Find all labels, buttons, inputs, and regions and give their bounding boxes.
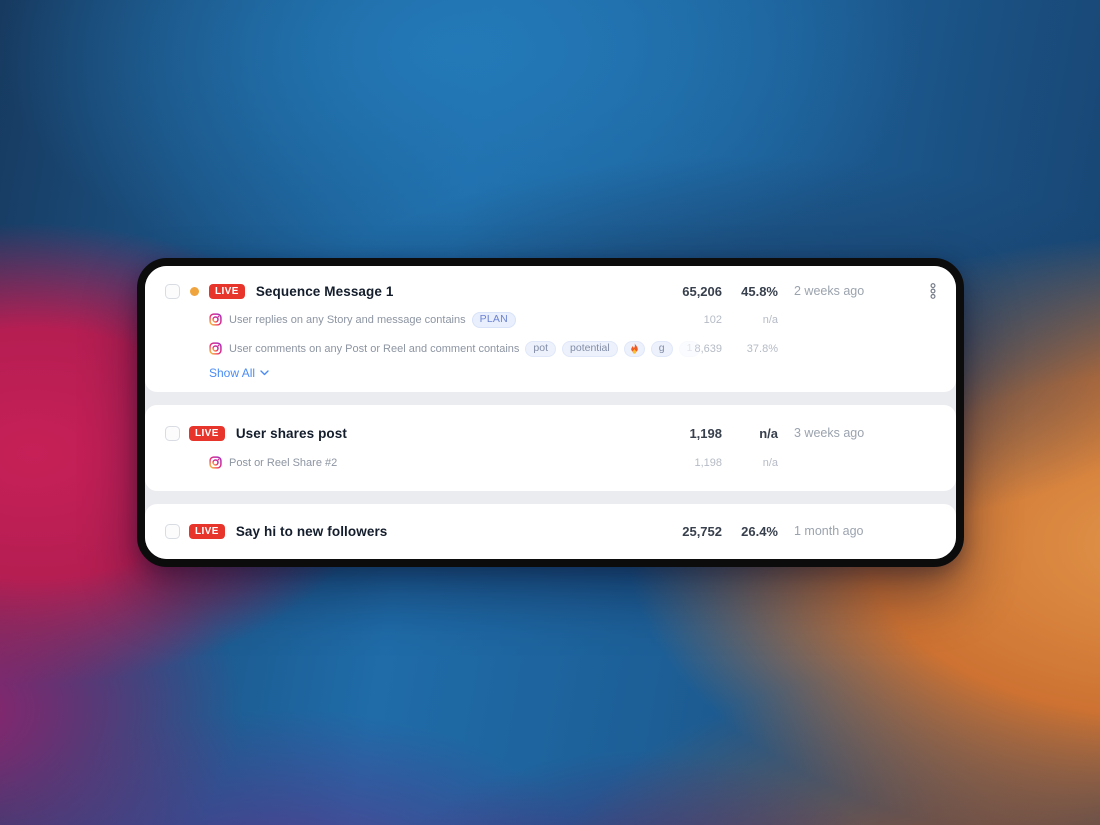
ctr-rate: n/a xyxy=(759,425,778,441)
trigger-row: User comments on any Post or Reel and co… xyxy=(165,337,936,360)
runs-count: 25,752 xyxy=(682,523,722,539)
automation-title[interactable]: Say hi to new followers xyxy=(236,524,388,539)
row-checkbox[interactable] xyxy=(165,523,180,539)
keyword-pill xyxy=(623,340,645,357)
trigger-rate: 37.8% xyxy=(746,342,778,355)
show-all-label: Show All xyxy=(209,366,256,380)
row-checkbox[interactable] xyxy=(165,425,180,441)
ctr-rate: 26.4% xyxy=(741,523,778,539)
row-checkbox[interactable] xyxy=(165,283,180,299)
automation-main-row: LIVE Sequence Message 1 65,206 45.8% 2 w… xyxy=(165,280,936,302)
automation-title[interactable]: Sequence Message 1 xyxy=(256,284,394,299)
show-all-link[interactable]: Show All xyxy=(209,366,269,380)
trigger-count: 1,198 xyxy=(694,456,722,469)
trigger-rate: n/a xyxy=(762,456,778,469)
modified-date: 2 weeks ago xyxy=(794,284,865,298)
instagram-icon xyxy=(209,342,222,355)
trigger-row: Post or Reel Share #2 1,198 n/a xyxy=(165,451,936,474)
instagram-icon xyxy=(209,313,222,326)
chevron-down-icon xyxy=(260,370,269,376)
automation-card: LIVE Say hi to new followers 25,752 26.4… xyxy=(145,504,956,559)
trigger-description: User replies on any Story and message co… xyxy=(229,313,466,326)
instagram-icon xyxy=(209,456,222,469)
keyword-pill: pot xyxy=(525,340,557,357)
runs-count: 1,198 xyxy=(689,425,722,441)
keyword-pill: PLAN xyxy=(471,311,516,328)
trigger-description: User comments on any Post or Reel and co… xyxy=(229,342,520,355)
runs-count: 65,206 xyxy=(682,283,722,299)
automation-main-row: LIVE Say hi to new followers 25,752 26.4… xyxy=(165,520,936,542)
live-badge: LIVE xyxy=(189,425,225,441)
live-badge: LIVE xyxy=(189,523,225,539)
status-dot xyxy=(190,286,199,296)
live-badge: LIVE xyxy=(209,283,245,299)
keyword-pill: potential xyxy=(562,340,618,357)
automations-panel: LIVE Sequence Message 1 65,206 45.8% 2 w… xyxy=(137,258,964,567)
automation-card: LIVE User shares post 1,198 n/a 3 weeks … xyxy=(145,405,956,491)
trigger-rate: n/a xyxy=(762,313,778,326)
automation-title[interactable]: User shares post xyxy=(236,426,347,441)
keyword-pill-faded: 1 xyxy=(678,340,701,357)
automation-card: LIVE Sequence Message 1 65,206 45.8% 2 w… xyxy=(145,266,956,392)
trigger-row: User replies on any Story and message co… xyxy=(165,308,936,331)
kebab-icon xyxy=(930,283,936,299)
modified-date: 3 weeks ago xyxy=(794,426,865,440)
trigger-count: 102 xyxy=(703,313,722,326)
trigger-description: Post or Reel Share #2 xyxy=(229,456,338,469)
automation-main-row: LIVE User shares post 1,198 n/a 3 weeks … xyxy=(165,422,936,444)
modified-date: 1 month ago xyxy=(794,524,864,538)
fire-emoji-icon xyxy=(630,343,638,354)
ctr-rate: 45.8% xyxy=(741,283,778,299)
kebab-menu-button[interactable] xyxy=(930,283,936,299)
